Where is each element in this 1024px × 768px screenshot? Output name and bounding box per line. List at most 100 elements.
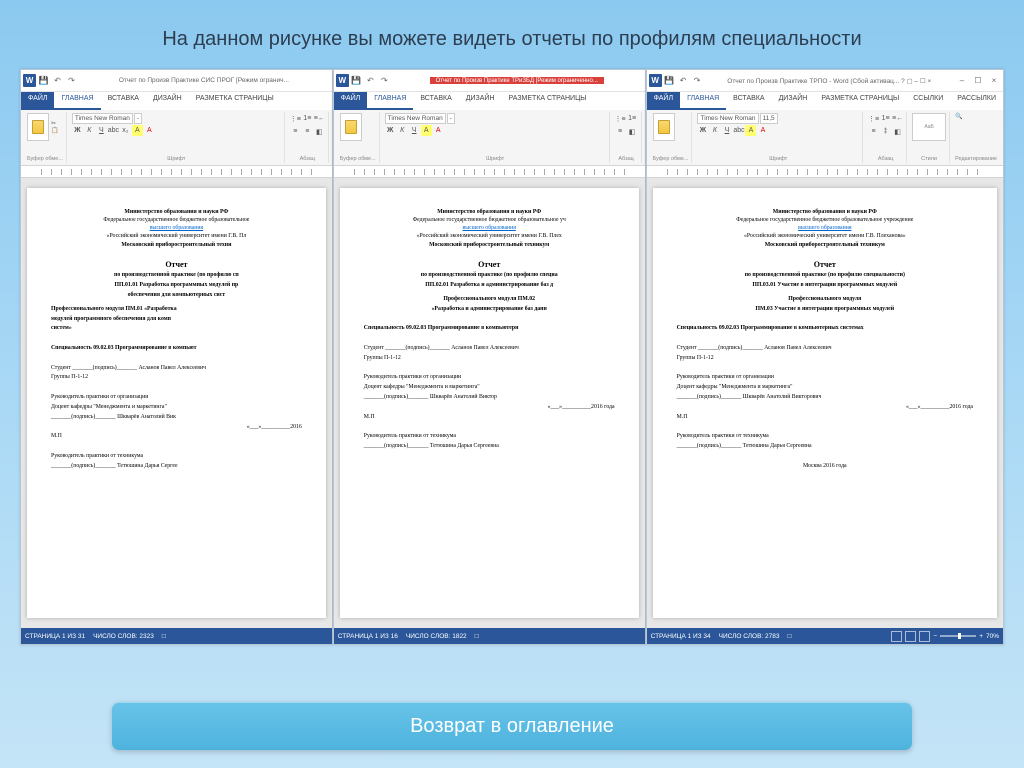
highlight-button[interactable]: A xyxy=(132,125,143,136)
undo-icon[interactable]: ↶ xyxy=(364,74,377,87)
bullet-icon[interactable]: ⋮≡ xyxy=(290,113,301,124)
highlight-button[interactable]: A xyxy=(745,125,756,136)
font-size-select[interactable]: - xyxy=(447,113,455,124)
zoom-slider[interactable] xyxy=(940,635,976,637)
color-button[interactable]: A xyxy=(433,125,444,136)
bullet-icon[interactable]: ⋮≡ xyxy=(868,113,879,124)
paste-button[interactable] xyxy=(653,113,675,141)
font-size-select[interactable]: 11,5 xyxy=(760,113,778,124)
status-page[interactable]: СТРАНИЦА 1 ИЗ 16 xyxy=(338,633,398,640)
zoom-minus[interactable]: − xyxy=(933,633,937,640)
number-icon[interactable]: 1≡ xyxy=(302,113,313,124)
underline-button[interactable]: Ч xyxy=(409,125,420,136)
highlight-button[interactable]: A xyxy=(421,125,432,136)
view-web-icon[interactable] xyxy=(919,631,930,642)
bullet-icon[interactable]: ⋮≡ xyxy=(615,113,626,124)
bold-button[interactable]: Ж xyxy=(385,125,396,136)
italic-button[interactable]: К xyxy=(84,125,95,136)
close-button[interactable]: × xyxy=(987,75,1001,87)
tab-home[interactable]: ГЛАВНАЯ xyxy=(680,92,726,110)
color-button[interactable]: A xyxy=(144,125,155,136)
align-center-icon[interactable]: ≡ xyxy=(302,126,313,137)
redo-icon[interactable]: ↷ xyxy=(691,74,704,87)
status-page[interactable]: СТРАНИЦА 1 ИЗ 31 xyxy=(25,633,85,640)
doc-tech: Московский приборостроительный техникум xyxy=(677,242,973,250)
tab-home[interactable]: ГЛАВНАЯ xyxy=(54,92,100,110)
document-area[interactable]: Министерство образования и науки РФ Феде… xyxy=(647,178,1003,628)
minimize-button[interactable]: – xyxy=(955,75,969,87)
undo-icon[interactable]: ↶ xyxy=(677,74,690,87)
paste-button[interactable] xyxy=(27,113,49,141)
zoom-level[interactable]: 70% xyxy=(986,633,999,640)
ruler[interactable] xyxy=(334,166,645,178)
save-icon[interactable]: 💾 xyxy=(350,74,363,87)
paste-button[interactable] xyxy=(340,113,362,141)
doc-fed: Федеральное государственное бюджетное об… xyxy=(51,217,302,225)
font-family-select[interactable]: Times New Roman xyxy=(385,113,446,124)
tab-home[interactable]: ГЛАВНАЯ xyxy=(367,92,413,110)
save-icon[interactable]: 💾 xyxy=(37,74,50,87)
ruler[interactable] xyxy=(647,166,1003,178)
indent-icon[interactable]: ≡← xyxy=(892,113,903,124)
tab-mail[interactable]: РАССЫЛКИ xyxy=(950,92,1003,110)
strike-button[interactable]: abc xyxy=(733,125,744,136)
strike-button[interactable]: abc xyxy=(108,125,119,136)
styles-gallery[interactable]: АаБ xyxy=(912,113,946,141)
tab-insert[interactable]: ВСТАВКА xyxy=(413,92,458,110)
document-area[interactable]: Министерство образования и науки РФ Феде… xyxy=(334,178,645,628)
tab-layout[interactable]: РАЗМЕТКА СТРАНИЦЫ xyxy=(189,92,281,110)
redo-icon[interactable]: ↷ xyxy=(378,74,391,87)
bold-button[interactable]: Ж xyxy=(697,125,708,136)
font-family-select[interactable]: Times New Roman xyxy=(72,113,133,124)
document-area[interactable]: Министерство образования и науки РФ Феде… xyxy=(21,178,332,628)
indent-icon[interactable]: ≡← xyxy=(314,113,325,124)
view-print-icon[interactable] xyxy=(905,631,916,642)
status-words[interactable]: ЧИСЛО СЛОВ: 2783 xyxy=(719,633,780,640)
tab-insert[interactable]: ВСТАВКА xyxy=(101,92,146,110)
italic-button[interactable]: К xyxy=(709,125,720,136)
sub-button[interactable]: x₂ xyxy=(120,125,131,136)
tab-file[interactable]: ФАЙЛ xyxy=(334,92,367,110)
tab-design[interactable]: ДИЗАЙН xyxy=(772,92,815,110)
italic-button[interactable]: К xyxy=(397,125,408,136)
redo-icon[interactable]: ↷ xyxy=(65,74,78,87)
tab-insert[interactable]: ВСТАВКА xyxy=(726,92,771,110)
number-icon[interactable]: 1≡ xyxy=(627,113,638,124)
shading-icon[interactable]: ◧ xyxy=(627,126,638,137)
shading-icon[interactable]: ◧ xyxy=(314,126,325,137)
undo-icon[interactable]: ↶ xyxy=(51,74,64,87)
align-icon[interactable]: ≡ xyxy=(615,126,626,137)
shading-icon[interactable]: ◧ xyxy=(892,126,903,137)
maximize-button[interactable]: ☐ xyxy=(971,75,985,87)
status-page[interactable]: СТРАНИЦА 1 ИЗ 34 xyxy=(651,633,711,640)
tab-design[interactable]: ДИЗАЙН xyxy=(146,92,189,110)
tab-layout[interactable]: РАЗМЕТКА СТРАНИЦЫ xyxy=(502,92,594,110)
color-button[interactable]: A xyxy=(757,125,768,136)
spacing-icon[interactable]: ‡ xyxy=(880,126,891,137)
ruler[interactable] xyxy=(21,166,332,178)
underline-button[interactable]: Ч xyxy=(96,125,107,136)
tab-design[interactable]: ДИЗАЙН xyxy=(459,92,502,110)
return-to-contents-button[interactable]: Возврат в оглавление xyxy=(112,702,912,750)
tab-file[interactable]: ФАЙЛ xyxy=(647,92,680,110)
font-family-select[interactable]: Times New Roman xyxy=(697,113,758,124)
align-icon[interactable]: ≡ xyxy=(868,126,879,137)
number-icon[interactable]: 1≡ xyxy=(880,113,891,124)
tab-refs[interactable]: ССЫЛКИ xyxy=(906,92,950,110)
status-lang[interactable]: □ xyxy=(475,633,479,640)
font-size-select[interactable]: - xyxy=(134,113,142,124)
bold-button[interactable]: Ж xyxy=(72,125,83,136)
status-lang[interactable]: □ xyxy=(787,633,791,640)
align-left-icon[interactable]: ≡ xyxy=(290,126,301,137)
underline-button[interactable]: Ч xyxy=(721,125,732,136)
status-lang[interactable]: □ xyxy=(162,633,166,640)
status-words[interactable]: ЧИСЛО СЛОВ: 2323 xyxy=(93,633,154,640)
status-words[interactable]: ЧИСЛО СЛОВ: 1822 xyxy=(406,633,467,640)
find-button[interactable]: 🔍 xyxy=(955,113,997,120)
tab-layout[interactable]: РАЗМЕТКА СТРАНИЦЫ xyxy=(814,92,906,110)
view-read-icon[interactable] xyxy=(891,631,902,642)
doc-ruk1: Руководитель практики от организации xyxy=(364,374,615,382)
zoom-plus[interactable]: + xyxy=(979,633,983,640)
save-icon[interactable]: 💾 xyxy=(663,74,676,87)
tab-file[interactable]: ФАЙЛ xyxy=(21,92,54,110)
